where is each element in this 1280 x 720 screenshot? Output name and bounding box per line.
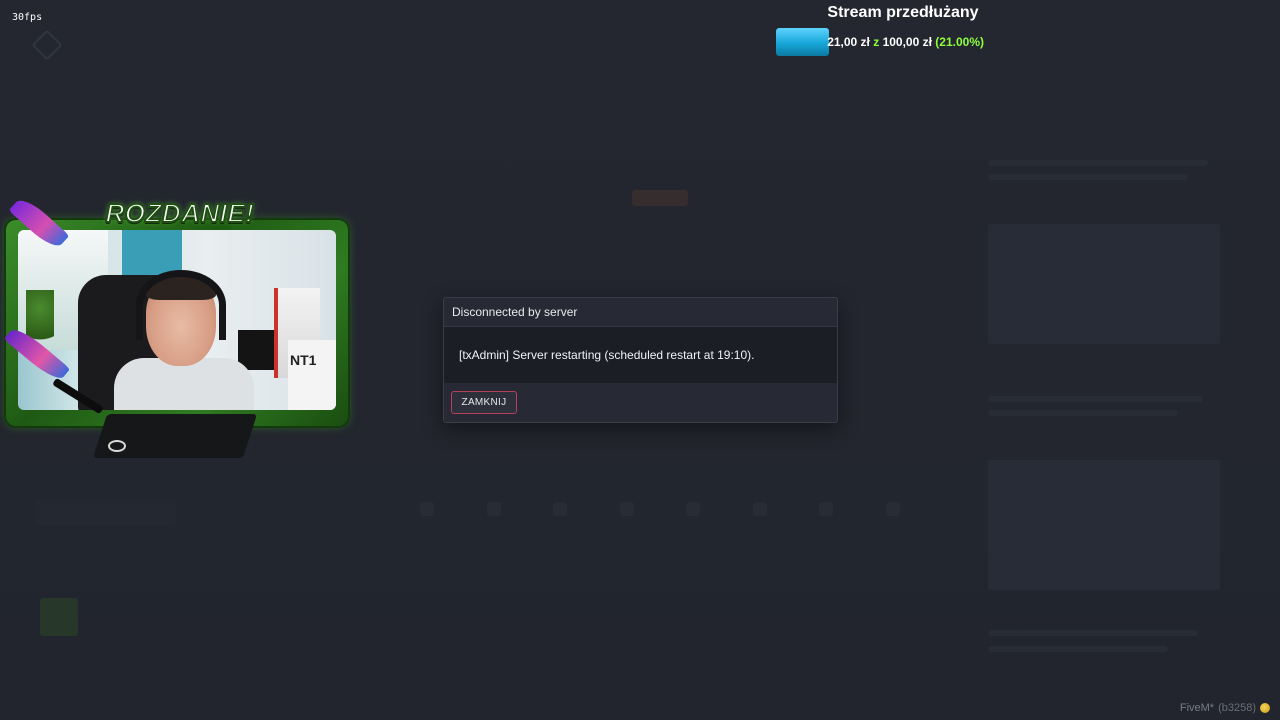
version-label: FiveM* (b3258) <box>1180 702 1270 714</box>
goal-target: 100,00 zł <box>882 35 932 49</box>
dialog-title: Disconnected by server <box>444 298 837 327</box>
goal-separator: z <box>873 35 880 49</box>
goal-percent: (21.00%) <box>935 35 984 49</box>
coin-icon <box>1260 703 1270 713</box>
brand-logo-icon <box>108 440 126 452</box>
webcam-box-label: NT1 <box>290 352 317 368</box>
webcam-overlay: NT1 ROZDANIE! <box>0 194 360 466</box>
stream-goal-title: Stream przedłużany <box>827 4 979 21</box>
app-name: FiveM* <box>1179 702 1215 714</box>
close-button[interactable]: ZAMKNIJ <box>451 391 517 414</box>
dialog-message: [txAdmin] Server restarting (scheduled r… <box>444 327 837 383</box>
dialog-footer: ZAMKNIJ <box>444 383 837 423</box>
webcam-frame: NT1 <box>6 220 348 426</box>
disconnect-dialog: Disconnected by server [txAdmin] Server … <box>443 297 838 423</box>
build-number: (b3258) <box>1218 702 1256 714</box>
giveaway-banner: ROZDANIE! <box>105 197 255 229</box>
stream-goal-widget: Stream przedłużany 21,00 zł z 100,00 zł … <box>776 4 1030 60</box>
headset-icon <box>136 270 226 340</box>
fivem-window: 30fps Stream przedłużany 21,00 zł z 100,… <box>0 0 1280 720</box>
webcam-product-box-2 <box>288 340 336 410</box>
stream-goal-amount: 21,00 zł z 100,00 zł (21.00%) <box>776 28 1030 56</box>
fps-counter: 30fps <box>12 12 43 23</box>
goal-current: 21,00 zł <box>827 35 870 49</box>
